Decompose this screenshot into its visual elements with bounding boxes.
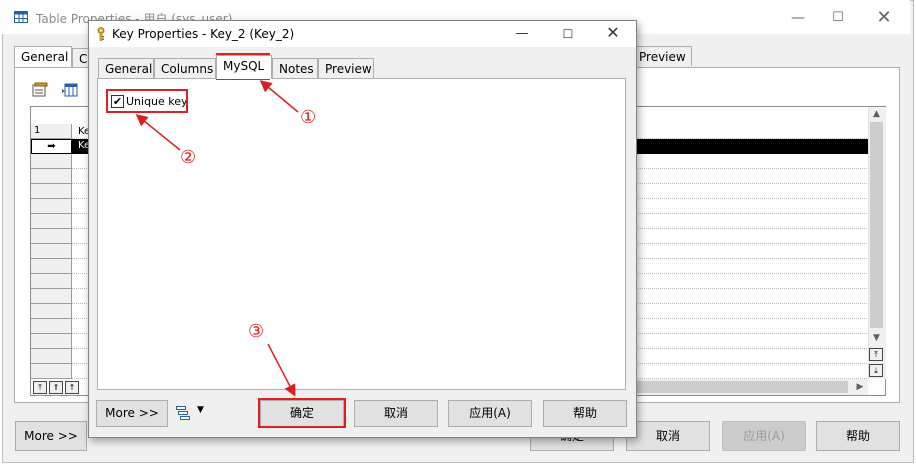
arrow-3 [267, 343, 296, 397]
arrow-2 [135, 114, 181, 151]
annotation-number-3: ③ [248, 321, 265, 342]
annotation-number-2: ② [180, 147, 197, 168]
annotation-number-1: ① [300, 107, 317, 128]
tab-mysql[interactable]: MySQL [216, 55, 272, 79]
arrow-1 [259, 80, 299, 113]
annotation-arrows [135, 80, 299, 397]
